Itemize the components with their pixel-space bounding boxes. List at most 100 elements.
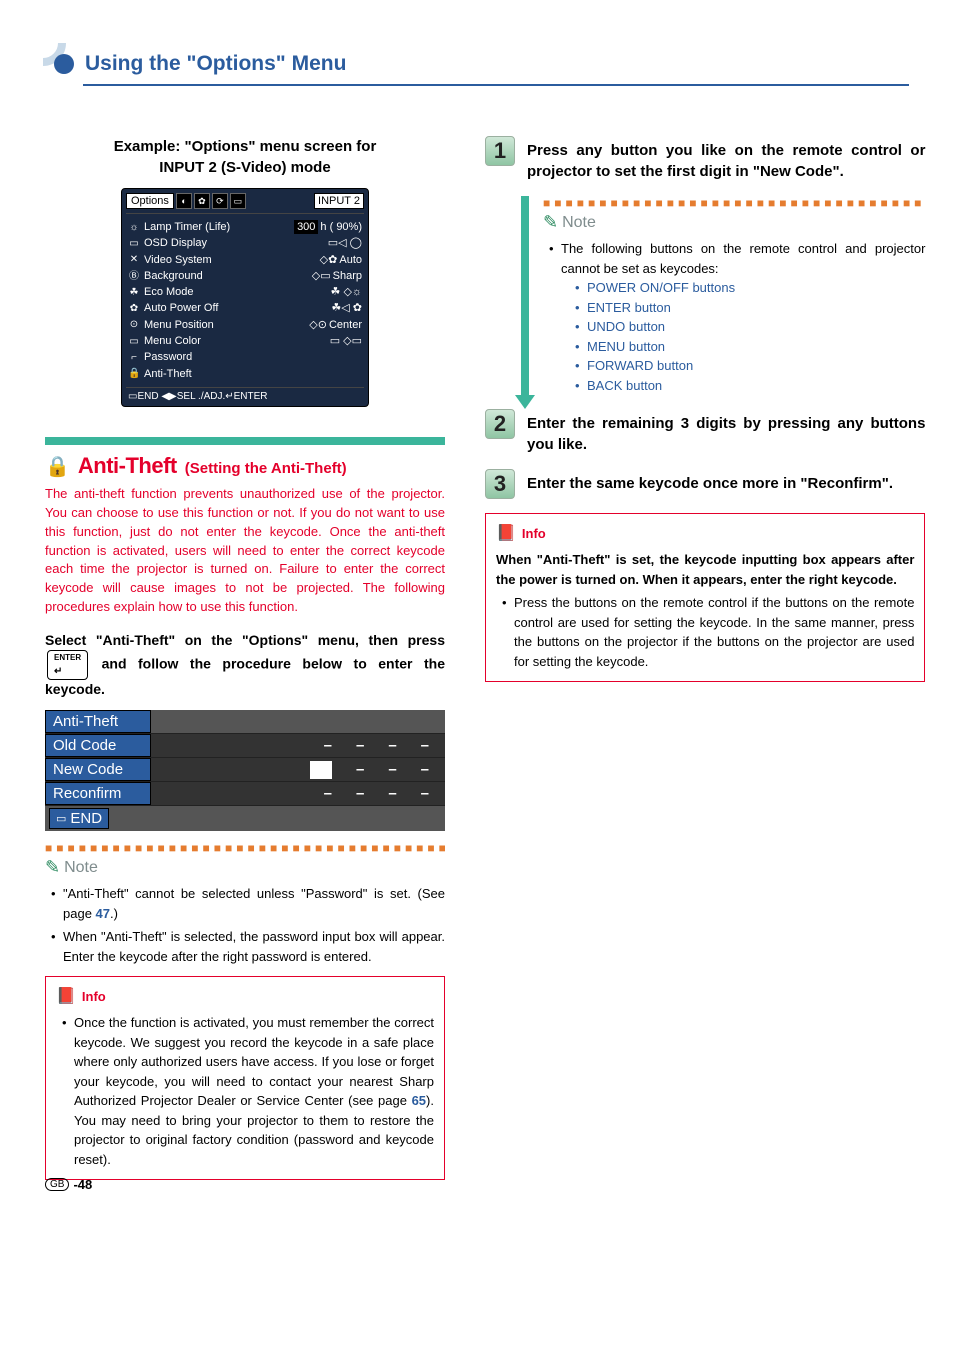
example-line2: INPUT 2 (S-Video) mode bbox=[159, 159, 330, 176]
antitheft-select-instruction: Select "Anti-Theft" on the "Options" men… bbox=[45, 631, 445, 700]
digit: – bbox=[388, 737, 396, 754]
info1-item: Once the function is activated, you must… bbox=[62, 1013, 434, 1169]
enter-key-icon: ENTER↵ bbox=[47, 650, 88, 680]
note1-list: "Anti-Theft" cannot be selected unless "… bbox=[45, 884, 445, 966]
icon-osd: ▭ bbox=[128, 237, 140, 250]
digit: – bbox=[388, 785, 396, 802]
step-1: 1 Press any button you like on the remot… bbox=[485, 136, 925, 182]
page-title: Using the "Options" Menu bbox=[45, 52, 909, 76]
digit: – bbox=[421, 737, 429, 754]
header-ornament bbox=[20, 20, 66, 66]
icon-autopower: ✿ bbox=[128, 302, 140, 315]
input-label: INPUT 2 bbox=[314, 193, 364, 209]
page-link-65[interactable]: 65 bbox=[412, 1093, 426, 1108]
instr-before: Select "Anti-Theft" on the "Options" men… bbox=[45, 632, 445, 648]
kc-item: BACK button bbox=[575, 376, 925, 396]
section-title: Anti-Theft bbox=[78, 453, 177, 479]
opt-bg: Background bbox=[144, 269, 203, 283]
opt-lamp-unit: h ( 90%) bbox=[320, 220, 362, 234]
opt-lamp-hours: 300 bbox=[294, 220, 318, 234]
note2-text: Note bbox=[562, 214, 596, 232]
icon-menupos: ⊙ bbox=[128, 318, 140, 331]
opt-menupos: Menu Position bbox=[144, 318, 214, 332]
opt-menucolor: Menu Color bbox=[144, 334, 201, 348]
digit: – bbox=[356, 737, 364, 754]
region-badge: GB bbox=[45, 1178, 69, 1191]
info2-bold: When "Anti-Theft" is set, the keycode in… bbox=[496, 550, 914, 589]
page-link-47[interactable]: 47 bbox=[96, 906, 110, 921]
kc-item: FORWARD button bbox=[575, 356, 925, 376]
step-badge-2: 2 bbox=[485, 409, 515, 439]
instr-after: and follow the procedure below to enter … bbox=[45, 656, 445, 697]
opt-video-val: Auto bbox=[339, 253, 362, 267]
tab-icon-2: ✿ bbox=[194, 193, 210, 209]
book-icon: 📕 bbox=[56, 985, 76, 1009]
kc-item: POWER ON/OFF buttons bbox=[575, 278, 925, 298]
note1-item2: When "Anti-Theft" is selected, the passw… bbox=[51, 927, 445, 966]
opt-antitheft: Anti-Theft bbox=[144, 367, 192, 381]
dotted-rule-2: ■■■■■■■■■■■■■■■■■■■■■■■■■■■■■■■■■■ bbox=[543, 196, 925, 210]
opt-osd: OSD Display bbox=[144, 236, 207, 250]
opt-lamp-label: Lamp Timer (Life) bbox=[144, 220, 230, 234]
at-new-label: New Code bbox=[45, 758, 151, 781]
example-line1: Example: "Options" menu screen for bbox=[114, 138, 377, 155]
digit: – bbox=[356, 785, 364, 802]
opt-menupos-val: Center bbox=[329, 318, 362, 332]
note1-item1: "Anti-Theft" cannot be selected unless "… bbox=[51, 884, 445, 923]
antitheft-entry-box: Anti-Theft Old Code–––– New Code––– Reco… bbox=[45, 710, 445, 831]
info-box-2: 📕 Info When "Anti-Theft" is set, the keyc… bbox=[485, 513, 925, 682]
note-label: ✎ Note bbox=[45, 857, 445, 878]
info1-label: Info bbox=[82, 987, 106, 1007]
header-rule bbox=[83, 84, 909, 86]
opt-video: Video System bbox=[144, 253, 212, 267]
digit: – bbox=[421, 785, 429, 802]
pen-icon: ✎ bbox=[543, 212, 558, 233]
step-3: 3 Enter the same keycode once more in "R… bbox=[485, 469, 925, 499]
opt-eco: Eco Mode bbox=[144, 285, 194, 299]
note2-intro: The following buttons on the remote cont… bbox=[549, 239, 925, 395]
digit-active bbox=[310, 761, 332, 779]
icon-bg: Ⓑ bbox=[128, 270, 140, 283]
book-icon: 📕 bbox=[496, 522, 516, 546]
options-menu-screenshot: Options ◐ ✿ ⟳ ▭ INPUT 2 ☼Lamp Timer (Lif… bbox=[121, 188, 369, 407]
digit: – bbox=[324, 737, 332, 754]
digit: – bbox=[324, 785, 332, 802]
icon-video: ✕ bbox=[128, 253, 140, 266]
icon-password: ⌐ bbox=[128, 351, 140, 364]
teal-arrow-icon bbox=[515, 395, 535, 409]
step-text-1: Press any button you like on the remote … bbox=[527, 136, 925, 182]
tab-icon-1: ◐ bbox=[176, 193, 192, 209]
digit: – bbox=[388, 761, 396, 779]
step-2: 2 Enter the remaining 3 digits by pressi… bbox=[485, 409, 925, 455]
pen-icon: ✎ bbox=[45, 857, 60, 878]
digit: – bbox=[356, 761, 364, 779]
icon-antitheft: 🔒 bbox=[128, 367, 140, 380]
icon-lamp: ☼ bbox=[128, 221, 140, 234]
section-subtitle: (Setting the Anti-Theft) bbox=[185, 460, 347, 477]
opt-footer: END ◀▶SEL ./ADJ.↵ENTER bbox=[137, 391, 267, 402]
note2-label: ✎ Note bbox=[543, 212, 925, 233]
kc-item: ENTER button bbox=[575, 298, 925, 318]
opt-autopower: Auto Power Off bbox=[144, 301, 218, 315]
digit: – bbox=[421, 761, 429, 779]
lock-icon: 🔒 bbox=[45, 454, 70, 479]
end-label: END bbox=[70, 810, 102, 827]
kc-item: MENU button bbox=[575, 337, 925, 357]
icon-menucolor: ▭ bbox=[128, 335, 140, 348]
note-text: Note bbox=[64, 859, 98, 877]
page-num-value: -48 bbox=[73, 1177, 92, 1192]
step-badge-3: 3 bbox=[485, 469, 515, 499]
dotted-rule: ■■■■■■■■■■■■■■■■■■■■■■■■■■■■■■■■■■■■■■■■ bbox=[45, 841, 445, 855]
end-button: ▭END bbox=[49, 808, 109, 829]
step-badge-1: 1 bbox=[485, 136, 515, 166]
options-tab: Options bbox=[126, 193, 174, 209]
step-text-2: Enter the remaining 3 digits by pressing… bbox=[527, 409, 925, 455]
antitheft-intro: The anti-theft function prevents unautho… bbox=[45, 485, 445, 617]
opt-password: Password bbox=[144, 350, 192, 364]
info-box-1: 📕 Info Once the function is activated, yo… bbox=[45, 976, 445, 1180]
teal-divider bbox=[45, 437, 445, 445]
step1-note: ■■■■■■■■■■■■■■■■■■■■■■■■■■■■■■■■■■ ✎ Not… bbox=[521, 196, 925, 395]
info2-bullet: Press the buttons on the remote control … bbox=[502, 593, 914, 671]
opt-bg-val: Sharp bbox=[333, 269, 362, 283]
info2-label: Info bbox=[522, 524, 546, 544]
